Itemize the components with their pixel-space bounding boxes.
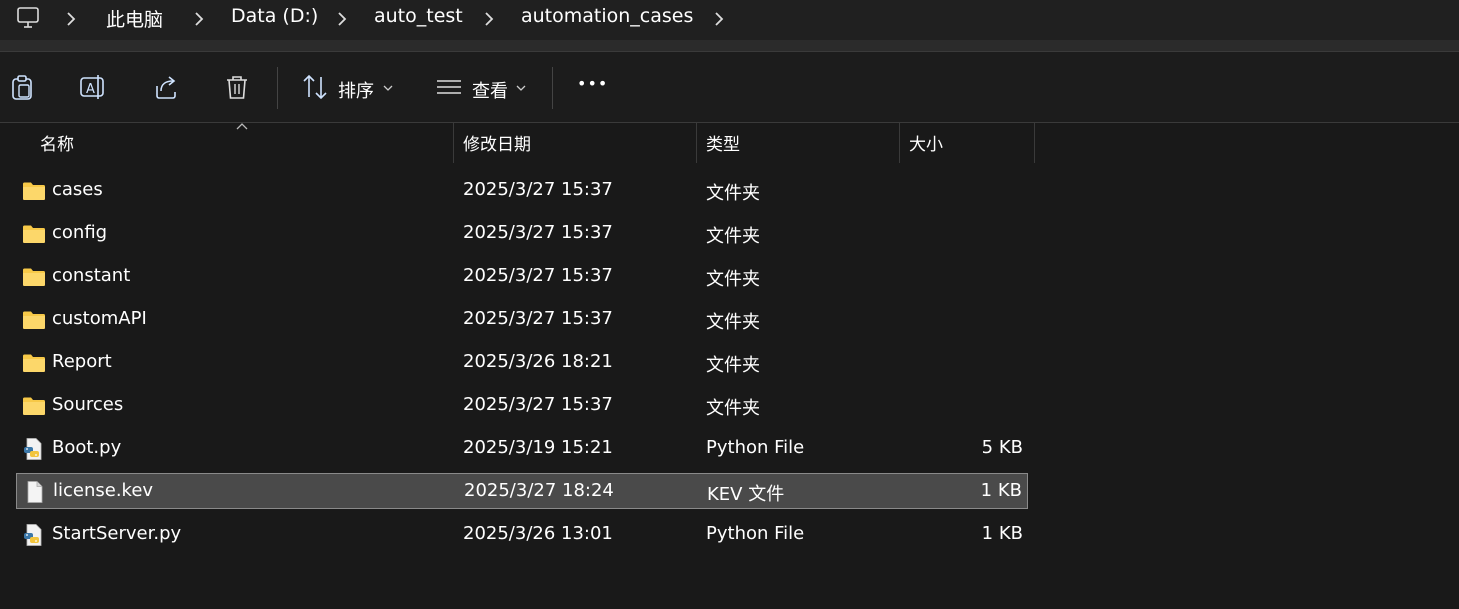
file-name: customAPI <box>52 308 147 329</box>
file-name: Sources <box>52 394 124 415</box>
file-row-selected[interactable]: license.kev 2025/3/27 18:24 KEV 文件 1 KB <box>16 473 1028 509</box>
file-date: 2025/3/19 15:21 <box>463 437 613 458</box>
file-type: 文件夹 <box>706 398 760 419</box>
file-row[interactable]: constant 2025/3/27 15:37 文件夹 <box>16 259 1028 295</box>
file-row[interactable]: StartServer.py 2025/3/26 13:01 Python Fi… <box>16 517 1028 553</box>
toolbar-separator <box>277 67 278 109</box>
folder-icon <box>23 354 45 372</box>
rename-icon[interactable]: A <box>78 72 108 102</box>
address-bar[interactable]: 此电脑 Data (D:) auto_test automation_cases <box>0 0 1459 40</box>
toolbar-separator <box>552 67 553 109</box>
folder-icon <box>23 225 45 243</box>
file-row[interactable]: cases 2025/3/27 15:37 文件夹 <box>16 173 1028 209</box>
python-file-icon <box>24 524 42 546</box>
view-icon[interactable] <box>434 72 464 102</box>
file-name: Report <box>52 351 112 372</box>
file-date: 2025/3/27 15:37 <box>463 222 613 243</box>
breadcrumb-data-drive[interactable]: Data (D:) <box>231 5 318 27</box>
file-type: 文件夹 <box>706 269 760 290</box>
folder-icon <box>23 268 45 286</box>
chevron-down-icon[interactable] <box>383 84 393 92</box>
file-type: KEV 文件 <box>707 484 785 505</box>
file-type: 文件夹 <box>706 355 760 376</box>
file-row[interactable]: Boot.py 2025/3/19 15:21 Python File 5 KB <box>16 431 1028 467</box>
delete-icon[interactable] <box>222 72 252 102</box>
column-divider[interactable] <box>696 123 697 163</box>
column-header-type[interactable]: 类型 <box>706 130 740 155</box>
breadcrumb-this-pc[interactable]: 此电脑 <box>106 5 163 32</box>
chevron-right-icon[interactable] <box>712 9 726 29</box>
sort-ascending-icon <box>236 123 248 130</box>
column-divider[interactable] <box>899 123 900 163</box>
divider <box>0 122 1459 123</box>
view-button[interactable]: 查看 <box>472 77 508 103</box>
file-row[interactable]: Report 2025/3/26 18:21 文件夹 <box>16 345 1028 381</box>
file-name: config <box>52 222 108 243</box>
chevron-right-icon <box>338 12 347 26</box>
file-size: 5 KB <box>981 437 1023 458</box>
file-date: 2025/3/27 15:37 <box>463 308 613 329</box>
svg-text:A: A <box>86 82 95 97</box>
paste-icon[interactable] <box>7 72 37 102</box>
chevron-right-icon <box>67 12 76 26</box>
sort-icon[interactable] <box>300 72 330 102</box>
file-type: 文件夹 <box>706 183 760 204</box>
file-type: 文件夹 <box>706 312 760 333</box>
file-name: Boot.py <box>52 437 122 458</box>
more-options-button[interactable]: ••• <box>577 74 608 93</box>
column-divider[interactable] <box>453 123 454 163</box>
this-pc-icon[interactable] <box>14 4 42 32</box>
file-date: 2025/3/27 15:37 <box>463 179 613 200</box>
file-name: cases <box>52 179 103 200</box>
column-divider[interactable] <box>1034 123 1035 163</box>
column-header-size[interactable]: 大小 <box>909 130 943 155</box>
command-bar: A 排序 查看 ••• <box>0 52 1459 122</box>
file-icon <box>27 481 43 503</box>
file-type: Python File <box>706 437 805 458</box>
file-name: constant <box>52 265 131 286</box>
file-date: 2025/3/27 15:37 <box>463 394 613 415</box>
chevron-down-icon[interactable] <box>516 84 526 92</box>
chevron-right-icon <box>485 12 494 26</box>
file-type: 文件夹 <box>706 226 760 247</box>
address-bar-band <box>0 40 1459 51</box>
share-icon[interactable] <box>151 72 181 102</box>
column-header-date[interactable]: 修改日期 <box>463 130 531 155</box>
file-name: license.kev <box>53 480 154 501</box>
folder-icon <box>23 311 45 329</box>
file-row[interactable]: config 2025/3/27 15:37 文件夹 <box>16 216 1028 252</box>
sort-button[interactable]: 排序 <box>338 77 374 103</box>
column-header-name[interactable]: 名称 <box>40 130 74 155</box>
file-size: 1 KB <box>981 523 1023 544</box>
file-date: 2025/3/26 18:21 <box>463 351 613 372</box>
file-date: 2025/3/27 15:37 <box>463 265 613 286</box>
file-name: StartServer.py <box>52 523 182 544</box>
chevron-right-icon <box>195 12 204 26</box>
file-size: 1 KB <box>980 480 1022 501</box>
file-date: 2025/3/26 13:01 <box>463 523 613 544</box>
file-row[interactable]: Sources 2025/3/27 15:37 文件夹 <box>16 388 1028 424</box>
file-date: 2025/3/27 18:24 <box>464 480 614 501</box>
folder-icon <box>23 397 45 415</box>
python-file-icon <box>24 438 42 460</box>
file-type: Python File <box>706 523 805 544</box>
breadcrumb-automation-cases[interactable]: automation_cases <box>521 5 693 27</box>
breadcrumb-auto-test[interactable]: auto_test <box>374 5 463 27</box>
folder-icon <box>23 182 45 200</box>
file-row[interactable]: customAPI 2025/3/27 15:37 文件夹 <box>16 302 1028 338</box>
